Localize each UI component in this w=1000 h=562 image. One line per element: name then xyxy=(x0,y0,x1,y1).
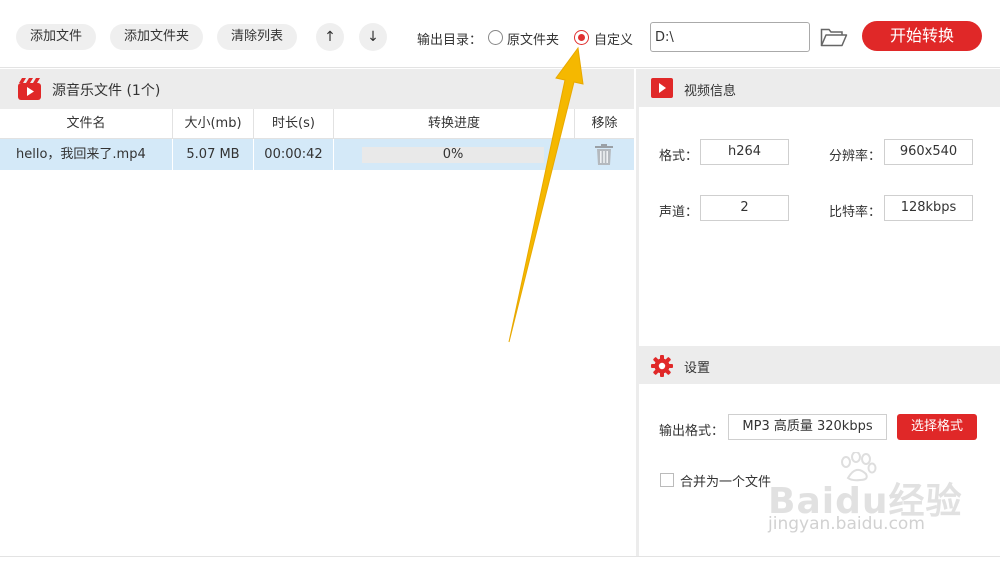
file-duration-cell: 00:00:42 xyxy=(254,139,334,170)
toolbar: 添加文件 添加文件夹 清除列表 ↑ ↓ 输出目录： 原文件夹 自定义 开始转换 xyxy=(0,0,1000,68)
add-folder-button[interactable]: 添加文件夹 xyxy=(110,24,204,50)
merge-label[interactable]: 合并为一个文件 xyxy=(680,471,771,490)
add-file-button[interactable]: 添加文件 xyxy=(16,24,97,50)
trash-icon[interactable] xyxy=(594,144,614,165)
gear-icon xyxy=(651,355,673,377)
arrow-up-icon: ↑ xyxy=(324,29,336,45)
merge-checkbox[interactable] xyxy=(660,473,674,487)
radio-original-folder[interactable] xyxy=(488,30,503,45)
radio-original-folder-label[interactable]: 原文件夹 xyxy=(507,29,559,48)
clear-list-button[interactable]: 清除列表 xyxy=(217,24,298,50)
column-header-filename: 文件名 xyxy=(0,109,173,139)
output-dir-label: 输出目录： xyxy=(417,33,483,48)
bitrate-value: 128kbps xyxy=(884,195,973,221)
move-up-button[interactable]: ↑ xyxy=(316,23,344,51)
resolution-label: 分辨率： xyxy=(829,149,882,164)
table-header: 文件名 大小(mb) 时长(s) 转换进度 移除 xyxy=(0,109,634,139)
progress-text: 0% xyxy=(442,147,464,162)
move-down-button[interactable]: ↓ xyxy=(359,23,387,51)
video-info-title: 视频信息 xyxy=(684,84,737,99)
output-path-input[interactable] xyxy=(650,22,810,52)
video-info-header: 视频信息 xyxy=(639,69,1000,107)
play-icon xyxy=(651,78,673,98)
channels-label: 声道： xyxy=(659,205,699,220)
radio-custom-label[interactable]: 自定义 xyxy=(594,29,633,48)
bottom-border xyxy=(0,556,1000,557)
file-list-panel: 源音乐文件 (1个) 文件名 大小(mb) 时长(s) 转换进度 移除 hell… xyxy=(0,69,634,557)
resolution-value: 960x540 xyxy=(884,139,973,165)
file-list-title: 源音乐文件 (1个) xyxy=(52,83,161,99)
column-header-duration: 时长(s) xyxy=(254,109,334,139)
bitrate-label: 比特率： xyxy=(829,205,882,220)
file-name-cell: hello，我回来了.mp4 xyxy=(0,139,173,170)
select-format-button[interactable]: 选择格式 xyxy=(897,414,977,440)
right-panel: 视频信息 格式： h264 分辨率： 960x540 声道： 2 比特率： 12… xyxy=(639,69,1000,557)
file-list-header: 源音乐文件 (1个) xyxy=(0,69,634,109)
start-convert-button[interactable]: 开始转换 xyxy=(862,21,982,51)
format-label: 格式： xyxy=(659,149,699,164)
arrow-down-icon: ↓ xyxy=(367,29,379,45)
settings-title: 设置 xyxy=(684,361,711,376)
format-value: h264 xyxy=(700,139,789,165)
settings-header: 设置 xyxy=(639,346,1000,384)
column-header-size: 大小(mb) xyxy=(173,109,254,139)
table-row[interactable]: hello，我回来了.mp4 5.07 MB 00:00:42 0% xyxy=(0,139,634,170)
file-size-cell: 5.07 MB xyxy=(173,139,254,170)
column-header-remove: 移除 xyxy=(591,116,618,131)
channels-value: 2 xyxy=(700,195,789,221)
output-format-label: 输出格式： xyxy=(659,424,725,439)
column-header-progress: 转换进度 xyxy=(334,109,575,139)
music-video-icon xyxy=(18,78,41,100)
output-format-value: MP3 高质量 320kbps xyxy=(728,414,887,440)
folder-open-icon[interactable] xyxy=(820,27,848,47)
radio-custom[interactable] xyxy=(574,30,589,45)
